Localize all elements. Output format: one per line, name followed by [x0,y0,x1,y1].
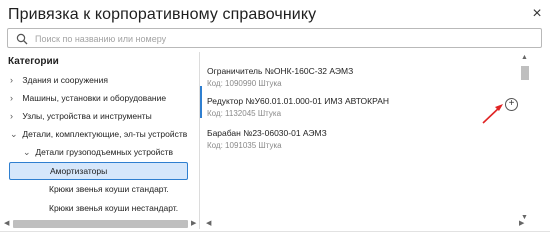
scroll-left-icon[interactable]: ◀ [4,219,9,227]
tree-item-buildings[interactable]: › Здания и сооружения [10,71,108,89]
tree-item-label: Детали грузоподъемных устройств [35,147,174,157]
annotation-arrow-icon [482,104,503,124]
scroll-thumb[interactable] [521,66,529,80]
result-name: Ограничитель №ОНК-160С-32 АЭМЗ [207,66,354,76]
chevron-right-icon: › [10,75,13,85]
result-item[interactable]: Ограничитель №ОНК-160С-32 АЭМЗ Код: 1090… [207,66,353,88]
scroll-up-icon[interactable]: ▲ [521,54,528,61]
binding-dialog: Привязка к корпоративному справочнику × … [0,0,550,249]
tree-item-hooks-standard[interactable]: Крюки звенья коуши стандарт. [49,180,169,198]
result-item[interactable]: Барабан №23-06030-01 АЭМЗ Код: 1091035 Ш… [207,128,327,150]
tree-item-label: Амортизаторы [50,166,108,176]
close-icon[interactable]: × [530,6,544,22]
chevron-right-icon: › [10,93,13,103]
search-icon [16,33,28,45]
tree-item-label: Машины, установки и оборудование [22,93,167,103]
tree-item-lifting-parts[interactable]: ⌄ Детали грузоподъемных устройств [23,143,173,161]
result-name: Редуктор №У60.01.01.000-01 ИМЗ АВТОКРАН [207,96,390,106]
results-hscrollbar[interactable]: ◀ ▶ [202,219,530,229]
chevron-right-icon: › [10,111,13,121]
scroll-right-icon[interactable]: ▶ [519,219,524,227]
result-code: Код: 1090990 Штука [207,79,282,88]
dialog-title: Привязка к корпоративному справочнику [8,6,317,23]
result-code: Код: 1132045 Штука [207,109,282,118]
tree-item-label: Крюки звенья коуши нестандарт. [49,203,179,213]
scroll-right-icon[interactable]: ▶ [191,219,196,227]
chevron-down-icon: ⌄ [23,147,31,157]
results-vscrollbar[interactable]: ▲ ▼ [520,54,530,221]
tree-item-shock-absorbers[interactable]: Амортизаторы [9,162,188,180]
tree-item-label: Детали, комплектующие, эл-ты устройств [22,129,188,139]
result-name: Барабан №23-06030-01 АЭМЗ [207,128,327,138]
categories-heading: Категории [8,56,59,67]
result-code: Код: 1091035 Штука [207,141,282,150]
tree-item-label: Здания и сооружения [22,75,108,85]
tree-item-units[interactable]: › Узлы, устройства и инструменты [10,107,152,125]
active-indicator [200,86,202,118]
pane-divider [199,52,200,229]
scroll-thumb[interactable] [13,220,188,228]
footer-divider [0,231,550,232]
chevron-down-icon: ⌄ [10,129,18,139]
tree-item-parts[interactable]: ⌄ Детали, комплектующие, эл-ты устройств [10,125,187,143]
tree-item-hooks-nonstandard[interactable]: Крюки звенья коуши нестандарт. [49,199,178,217]
scroll-left-icon[interactable]: ◀ [206,219,211,227]
tree-item-label: Узлы, устройства и инструменты [22,111,152,121]
search-input[interactable] [35,31,525,46]
tree-item-label: Крюки звенья коуши стандарт. [49,184,169,194]
tree-item-machines[interactable]: › Машины, установки и оборудование [10,89,166,107]
result-item[interactable]: Редуктор №У60.01.01.000-01 ИМЗ АВТОКРАН … [207,96,389,118]
plus-circle-icon[interactable]: + [505,98,518,111]
categories-hscrollbar[interactable]: ◀ ▶ [3,219,198,229]
search-box [7,28,542,48]
